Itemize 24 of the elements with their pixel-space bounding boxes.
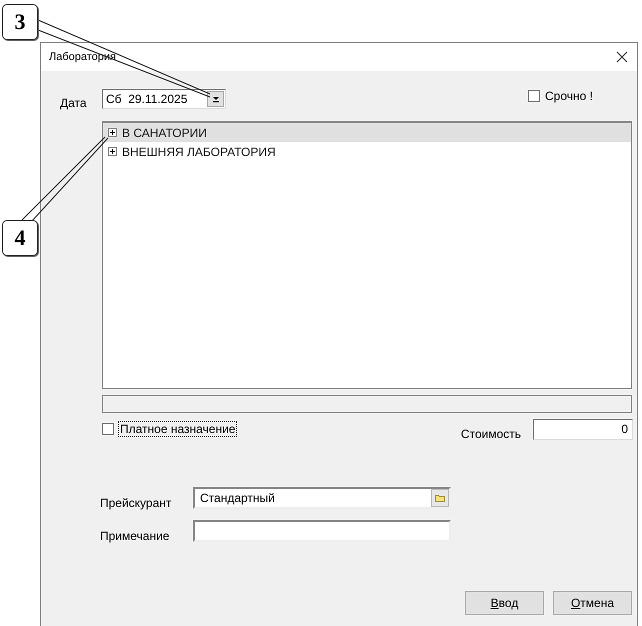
folder-icon[interactable] bbox=[431, 489, 449, 507]
urgent-label: Срочно ! bbox=[545, 89, 593, 103]
urgent-checkbox[interactable] bbox=[528, 90, 540, 102]
dropdown-button[interactable] bbox=[207, 91, 224, 107]
cost-label: Стоимость bbox=[460, 427, 521, 441]
note-field[interactable] bbox=[193, 520, 451, 542]
date-label: Дата bbox=[60, 96, 88, 110]
date-field[interactable]: Сб 29.11.2025 bbox=[102, 89, 226, 109]
tree-item[interactable]: В САНАТОРИИ bbox=[103, 123, 631, 142]
close-icon[interactable] bbox=[615, 50, 629, 64]
price-list-field[interactable]: Стандартный bbox=[193, 487, 451, 509]
dialog-button[interactable]: Отмена bbox=[553, 591, 632, 615]
tree-item[interactable]: ВНЕШНЯЯ ЛАБОРАТОРИЯ bbox=[103, 142, 631, 161]
paid-label: Платное назначение bbox=[119, 422, 236, 436]
dropdown-arrow-icon bbox=[212, 95, 220, 103]
cost-field[interactable]: 0 bbox=[533, 418, 633, 440]
callout-badge: 4 bbox=[2, 220, 38, 256]
expand-icon[interactable] bbox=[108, 128, 117, 137]
expand-icon[interactable] bbox=[108, 147, 117, 156]
price-list-label: Прейскурант bbox=[100, 496, 172, 510]
note-label: Примечание bbox=[100, 529, 170, 543]
callout-badge: 3 bbox=[2, 4, 38, 40]
paid-checkbox[interactable] bbox=[102, 423, 114, 435]
dialog-button[interactable]: Ввод bbox=[465, 591, 544, 615]
